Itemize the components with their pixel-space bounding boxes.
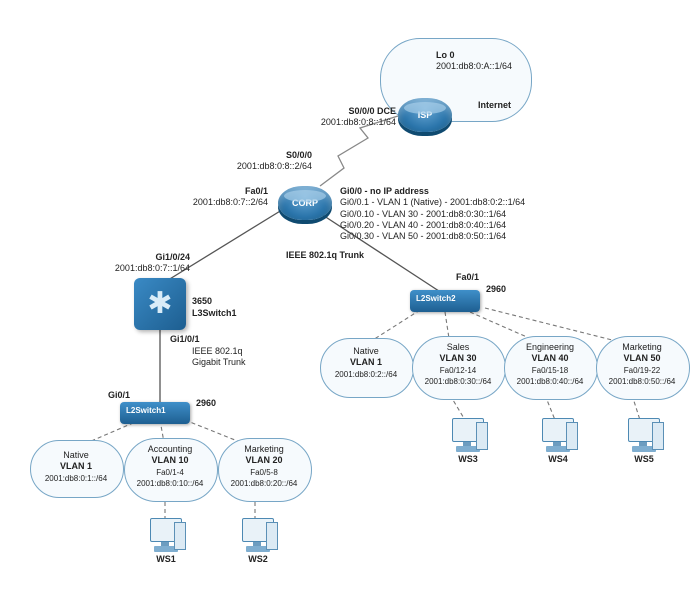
isp-s000-label: S0/0/0 DCE 2001:db8:0:8::1/64 [276, 106, 396, 129]
corp-gi00-sub3: Gi0/0.20 - VLAN 40 - 2001:db8:0:40::1/64 [340, 220, 506, 230]
corp-gi00-sub4: Gi0/0.30 - VLAN 50 - 2001:db8:0:50::1/64 [340, 231, 506, 241]
vlan30-vlan: VLAN 30 [439, 353, 476, 363]
l2switch2-name: L2Switch2 [416, 294, 456, 303]
corp-router: CORP [278, 186, 332, 220]
ws2: WS2 [236, 518, 280, 562]
vlan10-addr: 2001:db8:0:10::/64 [137, 479, 204, 488]
l3-gi101-note: IEEE 802.1q Gigabit Trunk [192, 346, 246, 369]
vlan30-text: Sales VLAN 30 Fa0/12-14 2001:db8:0:30::/… [412, 342, 504, 387]
vlan40-text: Engineering VLAN 40 Fa0/15-18 2001:db8:0… [504, 342, 596, 387]
l2sw2-fa01-label: Fa0/1 [456, 272, 479, 283]
l3switch1 [134, 278, 186, 330]
l2switch2-model: 2960 [486, 284, 506, 295]
ws3: WS3 [446, 418, 490, 462]
vlan10-text: Accounting VLAN 10 Fa0/1-4 2001:db8:0:10… [124, 444, 216, 489]
vlan1-right-addr: 2001:db8:0:2::/64 [335, 370, 397, 379]
ws4-label: WS4 [536, 454, 580, 464]
vlan10-vlan: VLAN 10 [151, 455, 188, 465]
corp-s000-iface: S0/0/0 [286, 150, 312, 160]
link-lines [0, 0, 698, 590]
vlan10-title: Accounting [148, 444, 193, 454]
l3-gi101-iface: Gi1/0/1 [170, 334, 200, 344]
l3-gi1024-label: Gi1/0/24 2001:db8:0:7::1/64 [80, 252, 190, 275]
l2switch1: L2Switch1 [120, 402, 190, 424]
corp-gi00-block: Gi0/0 - no IP address Gi0/0.1 - VLAN 1 (… [340, 186, 525, 242]
vlan40-ports: Fa0/15-18 [532, 366, 568, 375]
corp-fa01-iface: Fa0/1 [245, 186, 268, 196]
vlan20-text: Marketing VLAN 20 Fa0/5-8 2001:db8:0:20:… [218, 444, 310, 489]
vlan1-right-text: Native VLAN 1 2001:db8:0:2::/64 [320, 346, 412, 380]
vlan1-left-title: Native [63, 450, 89, 460]
ws4: WS4 [536, 418, 580, 462]
corp-s000-label: S0/0/0 2001:db8:0:8::2/64 [212, 150, 312, 173]
vlan1-left-vlan: VLAN 1 [60, 461, 92, 471]
ws3-label: WS3 [446, 454, 490, 464]
lo0-iface: Lo 0 [436, 50, 455, 60]
vlan40-vlan: VLAN 40 [531, 353, 568, 363]
vlan30-addr: 2001:db8:0:30::/64 [425, 377, 492, 386]
l2sw1-gi01-label: Gi0/1 [108, 390, 130, 401]
trunk-right-label: IEEE 802.1q Trunk [286, 250, 364, 261]
corp-gi00-header: Gi0/0 - no IP address [340, 186, 429, 196]
isp-s000-addr: 2001:db8:0:8::1/64 [321, 117, 396, 127]
isp-router-label: ISP [398, 110, 452, 120]
corp-s000-addr: 2001:db8:0:8::2/64 [237, 161, 312, 171]
vlan40-title: Engineering [526, 342, 574, 352]
vlan1-right-vlan: VLAN 1 [350, 357, 382, 367]
l3-gi101-note2: Gigabit Trunk [192, 357, 246, 367]
vlan30-title: Sales [447, 342, 470, 352]
internet-label: Internet [478, 100, 511, 111]
lo0-label: Lo 0 2001:db8:0:A::1/64 [436, 50, 512, 73]
lo0-addr: 2001:db8:0:A::1/64 [436, 61, 512, 71]
vlan50-ports: Fa0/19-22 [624, 366, 660, 375]
l3-gi1024-iface: Gi1/0/24 [155, 252, 190, 262]
vlan50-vlan: VLAN 50 [623, 353, 660, 363]
l3-gi1024-addr: 2001:db8:0:7::1/64 [115, 263, 190, 273]
ws5: WS5 [622, 418, 666, 462]
vlan20-addr: 2001:db8:0:20::/64 [231, 479, 298, 488]
ws1: WS1 [144, 518, 188, 562]
l3switch1-model: 3650 [192, 296, 212, 307]
isp-router: ISP [398, 98, 452, 132]
l2switch1-name: L2Switch1 [126, 406, 166, 415]
ws1-label: WS1 [144, 554, 188, 564]
vlan1-right-title: Native [353, 346, 379, 356]
vlan10-ports: Fa0/1-4 [156, 468, 184, 477]
corp-gi00-sub1: Gi0/0.1 - VLAN 1 (Native) - 2001:db8:0:2… [340, 197, 525, 207]
l2switch1-model: 2960 [196, 398, 216, 409]
vlan50-text: Marketing VLAN 50 Fa0/19-22 2001:db8:0:5… [596, 342, 688, 387]
ws5-label: WS5 [622, 454, 666, 464]
isp-s000-iface: S0/0/0 DCE [348, 106, 396, 116]
corp-gi00-sub2: Gi0/0.10 - VLAN 30 - 2001:db8:0:30::1/64 [340, 209, 506, 219]
vlan30-ports: Fa0/12-14 [440, 366, 476, 375]
corp-fa01-label: Fa0/1 2001:db8:0:7::2/64 [168, 186, 268, 209]
vlan20-title: Marketing [244, 444, 284, 454]
vlan20-vlan: VLAN 20 [245, 455, 282, 465]
ws2-label: WS2 [236, 554, 280, 564]
vlan50-addr: 2001:db8:0:50::/64 [609, 377, 676, 386]
l3-gi101-label: Gi1/0/1 [170, 334, 200, 345]
l2switch2: L2Switch2 [410, 290, 480, 312]
vlan20-ports: Fa0/5-8 [250, 468, 278, 477]
vlan40-addr: 2001:db8:0:40::/64 [517, 377, 584, 386]
corp-router-label: CORP [278, 198, 332, 208]
vlan50-title: Marketing [622, 342, 662, 352]
corp-fa01-addr: 2001:db8:0:7::2/64 [193, 197, 268, 207]
vlan1-left-addr: 2001:db8:0:1::/64 [45, 474, 107, 483]
l3-gi101-note1: IEEE 802.1q [192, 346, 243, 356]
l3switch1-name: L3Switch1 [192, 308, 237, 319]
vlan1-left-text: Native VLAN 1 2001:db8:0:1::/64 [30, 450, 122, 484]
network-topology-diagram: { "devices": { "isp": { "label": "ISP" }… [0, 0, 698, 590]
